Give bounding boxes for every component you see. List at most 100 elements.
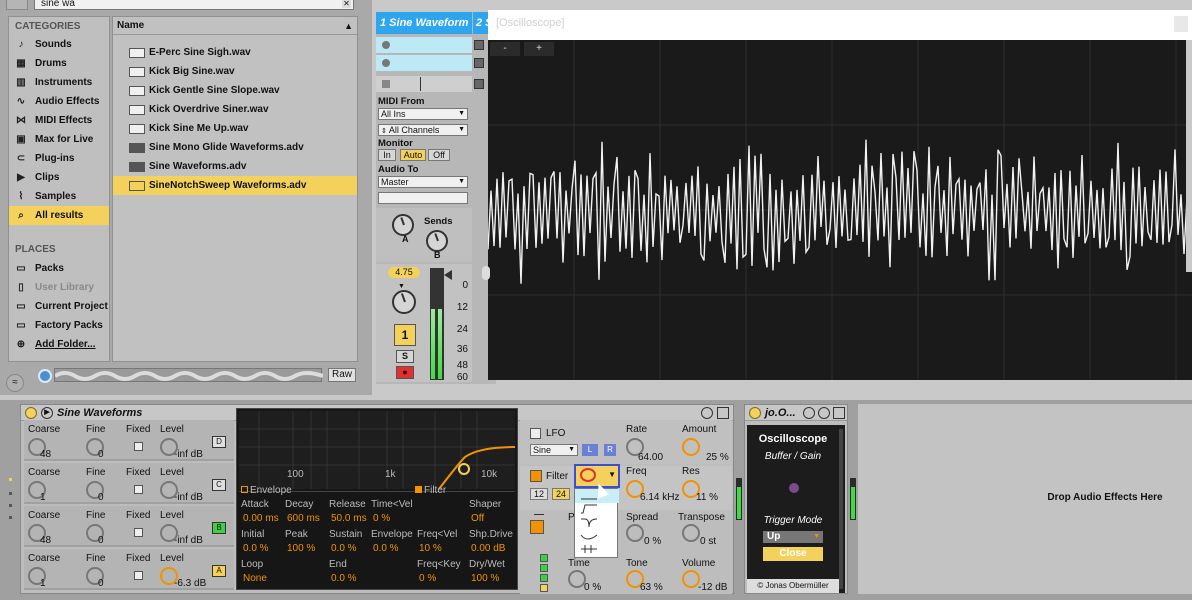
filter-tab[interactable]: Filter [415, 485, 446, 496]
device-on-icon[interactable] [749, 407, 761, 419]
fixed-checkbox[interactable] [134, 528, 143, 537]
hot-swap-icon[interactable] [701, 407, 713, 419]
category-samples[interactable]: ⌇ Samples [9, 187, 109, 206]
preview-waveform[interactable] [53, 368, 324, 382]
freqvel-value[interactable]: 10 % [419, 543, 442, 554]
arm-button[interactable]: ● [396, 366, 414, 379]
spread-knob[interactable] [626, 524, 644, 542]
place-user-library[interactable]: ▯ User Library [9, 278, 109, 297]
fixed-checkbox[interactable] [134, 442, 143, 451]
oscilloscope-titlebar[interactable]: [Oscilloscope] [488, 10, 1192, 40]
track-title[interactable]: 1 Sine Waveform [376, 12, 472, 34]
monitor-off-button[interactable]: Off [428, 149, 450, 161]
filter-toggle[interactable] [530, 470, 542, 482]
file-list-item[interactable]: Kick Overdrive Siner.wav [113, 100, 357, 119]
file-list-item[interactable]: Sine Waveforms.adv [113, 157, 357, 176]
oscilloscope-device-titlebar[interactable]: jo.O... [745, 405, 847, 421]
fixed-checkbox[interactable] [134, 485, 143, 494]
file-list-item[interactable]: Kick Sine Me Up.wav [113, 119, 357, 138]
name-column-header[interactable]: Name ▲ [113, 17, 357, 35]
file-list-item[interactable]: Kick Big Sine.wav [113, 62, 357, 81]
zoom-in-button[interactable]: + [524, 42, 554, 56]
slope-12-button[interactable]: 12 [530, 488, 548, 500]
lfo-toggle[interactable] [530, 428, 541, 439]
oscillator-c-toggle[interactable]: C [212, 479, 226, 491]
pitch-toggle[interactable] [530, 520, 544, 534]
category-drums[interactable]: ▦ Drums [9, 54, 109, 73]
track-activator-button[interactable]: 1 [394, 324, 416, 346]
lfo-wave-select[interactable]: Sine [530, 444, 578, 456]
decay-value[interactable]: 600 ms [287, 513, 320, 524]
fixed-checkbox[interactable] [134, 571, 143, 580]
monitor-auto-button[interactable]: Auto [400, 149, 426, 161]
groove-pool-icon[interactable]: ≈ [6, 374, 24, 392]
place-add-folder[interactable]: ⊕ Add Folder... [9, 335, 109, 354]
file-list-item[interactable]: SineNotchSweep Waveforms.adv [113, 176, 357, 195]
track-volume-value[interactable]: 4.75 [388, 267, 420, 278]
transpose-knob[interactable] [682, 524, 700, 542]
monitor-in-button[interactable]: In [378, 149, 396, 161]
device-on-icon[interactable] [25, 407, 37, 419]
zoom-out-button[interactable]: - [490, 42, 520, 56]
solo-button[interactable]: S [396, 350, 414, 363]
pan-knob[interactable] [392, 290, 416, 314]
clip-slot-2-icon[interactable] [474, 40, 484, 50]
timevel-value[interactable]: 0 % [373, 513, 390, 524]
release-value[interactable]: 50.0 ms [331, 513, 367, 524]
drop-zone[interactable]: Drop Audio Effects Here [858, 404, 1192, 594]
lfo-l-button[interactable]: L [582, 444, 598, 456]
loop-value[interactable]: None [243, 573, 267, 584]
browser-collapse-button[interactable] [6, 0, 28, 10]
end-value[interactable]: 0.0 % [331, 573, 357, 584]
oscillator-a-toggle[interactable]: A [212, 565, 226, 577]
category-audio-effects[interactable]: ∿ Audio Effects [9, 92, 109, 111]
trigger-mode-select[interactable]: Up ▼ [763, 531, 823, 543]
envelope-value[interactable]: 0.0 % [373, 543, 399, 554]
category-clips[interactable]: ▶ Clips [9, 168, 109, 187]
audio-to-channel-select[interactable] [378, 192, 468, 204]
file-list-item[interactable]: E-Perc Sine Sigh.wav [113, 43, 357, 62]
send-a-knob[interactable] [392, 214, 414, 236]
sustain-value[interactable]: 0.0 % [331, 543, 357, 554]
envelope-tab[interactable]: Envelope [241, 485, 292, 496]
shaper-value[interactable]: Off [471, 513, 484, 524]
drywet-value[interactable]: 100 % [471, 573, 499, 584]
search-input[interactable]: sine wa ✕ [34, 0, 354, 10]
category-instruments[interactable]: ▥ Instruments [9, 73, 109, 92]
category-plug-ins[interactable]: ⊂ Plug-ins [9, 149, 109, 168]
audio-to-select[interactable]: Master [378, 176, 468, 188]
volume-fader-handle[interactable] [444, 270, 452, 280]
window-close-icon[interactable] [1174, 16, 1188, 32]
slope-24-button[interactable]: 24 [552, 488, 570, 500]
oscillator-d-toggle[interactable]: D [212, 436, 226, 448]
place-factory-packs[interactable]: ▭ Factory Packs [9, 316, 109, 335]
send-b-knob[interactable] [426, 230, 448, 252]
scrollbar[interactable] [839, 429, 843, 589]
clip-slot[interactable] [376, 37, 472, 53]
clip-slot[interactable] [376, 55, 472, 71]
stop-clip-2-icon[interactable] [474, 79, 484, 89]
midi-from-select[interactable]: All Ins [378, 108, 468, 120]
buffer-gain-pad[interactable] [789, 483, 799, 493]
file-list-item[interactable]: Kick Gentle Sine Slope.wav [113, 81, 357, 100]
track-2-pan-icon[interactable] [482, 266, 490, 280]
place-packs[interactable]: ▭ Packs [9, 259, 109, 278]
category-midi-effects[interactable]: ⋈ MIDI Effects [9, 111, 109, 130]
clear-search-icon[interactable]: ✕ [342, 0, 351, 8]
freqkey-value[interactable]: 0 % [419, 573, 436, 584]
amount-knob[interactable] [682, 438, 700, 456]
device-view-icon[interactable] [803, 407, 815, 419]
play-icon[interactable]: ▶ [41, 407, 53, 419]
stop-all-clips-icon[interactable] [382, 80, 390, 88]
filter-graph[interactable]: 100 1k 10k [239, 411, 516, 490]
sort-icon[interactable]: ▲ [344, 17, 353, 35]
peak-value[interactable]: 100 % [287, 543, 315, 554]
preview-toggle-button[interactable] [38, 369, 52, 383]
file-list-item[interactable]: Sine Mono Glide Waveforms.adv [113, 138, 357, 157]
save-preset-icon[interactable] [833, 407, 845, 419]
category-max-for-live[interactable]: ▣ Max for Live [9, 130, 109, 149]
oscillator-b-toggle[interactable]: B [212, 522, 226, 534]
clip-slot-2-icon[interactable] [474, 58, 484, 68]
place-current-project[interactable]: ▭ Current Project [9, 297, 109, 316]
category-sounds[interactable]: ♪ Sounds [9, 35, 109, 54]
